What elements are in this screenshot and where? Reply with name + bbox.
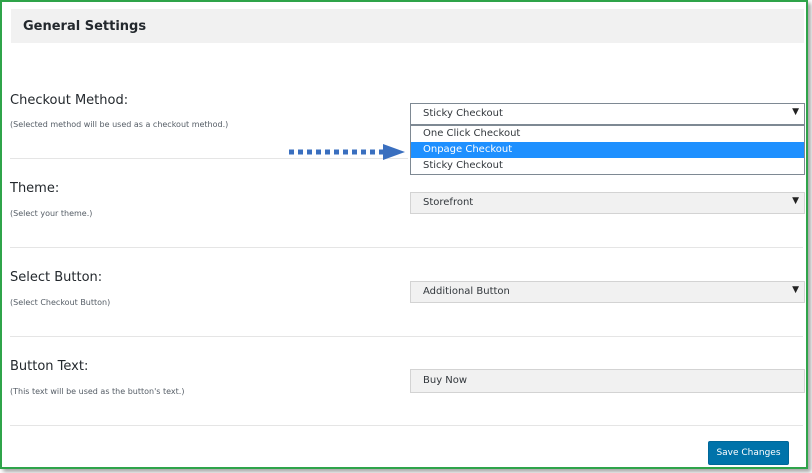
chevron-down-icon: ▼ xyxy=(792,285,799,295)
theme-select[interactable]: Storefront ▼ xyxy=(410,192,805,214)
theme-label: Theme: xyxy=(10,181,60,196)
option-onpage-checkout[interactable]: Onpage Checkout xyxy=(411,142,804,158)
theme-description: (Select your theme.) xyxy=(10,209,93,218)
divider xyxy=(10,247,803,248)
divider xyxy=(10,425,803,426)
button-text-label: Button Text: xyxy=(10,359,89,374)
checkout-method-value: Sticky Checkout xyxy=(423,108,503,119)
select-button-value: Additional Button xyxy=(423,286,510,297)
select-button-description: (Select Checkout Button) xyxy=(10,298,111,307)
chevron-down-icon: ▼ xyxy=(792,107,799,117)
checkout-method-description: (Selected method will be used as a check… xyxy=(10,120,229,129)
button-text-value: Buy Now xyxy=(423,375,468,386)
option-sticky-checkout[interactable]: Sticky Checkout xyxy=(411,158,804,174)
button-text-input[interactable]: Buy Now xyxy=(410,369,805,393)
checkout-method-select[interactable]: Sticky Checkout ▼ xyxy=(410,103,805,125)
section-header: General Settings xyxy=(11,9,804,43)
page-title: General Settings xyxy=(23,19,147,34)
dotted-arrow-icon xyxy=(289,144,405,160)
button-text-description: (This text will be used as the button's … xyxy=(10,387,185,396)
chevron-down-icon: ▼ xyxy=(792,196,799,206)
divider xyxy=(10,336,803,337)
theme-value: Storefront xyxy=(423,197,474,208)
checkout-method-dropdown: One Click Checkout Onpage Checkout Stick… xyxy=(410,125,805,175)
select-button-select[interactable]: Additional Button ▼ xyxy=(410,281,805,303)
option-one-click-checkout[interactable]: One Click Checkout xyxy=(411,126,804,142)
settings-panel: General Settings Checkout Method: (Selec… xyxy=(0,0,808,469)
save-changes-button[interactable]: Save Changes xyxy=(708,441,789,465)
select-button-label: Select Button: xyxy=(10,270,103,285)
checkout-method-label: Checkout Method: xyxy=(10,93,129,108)
